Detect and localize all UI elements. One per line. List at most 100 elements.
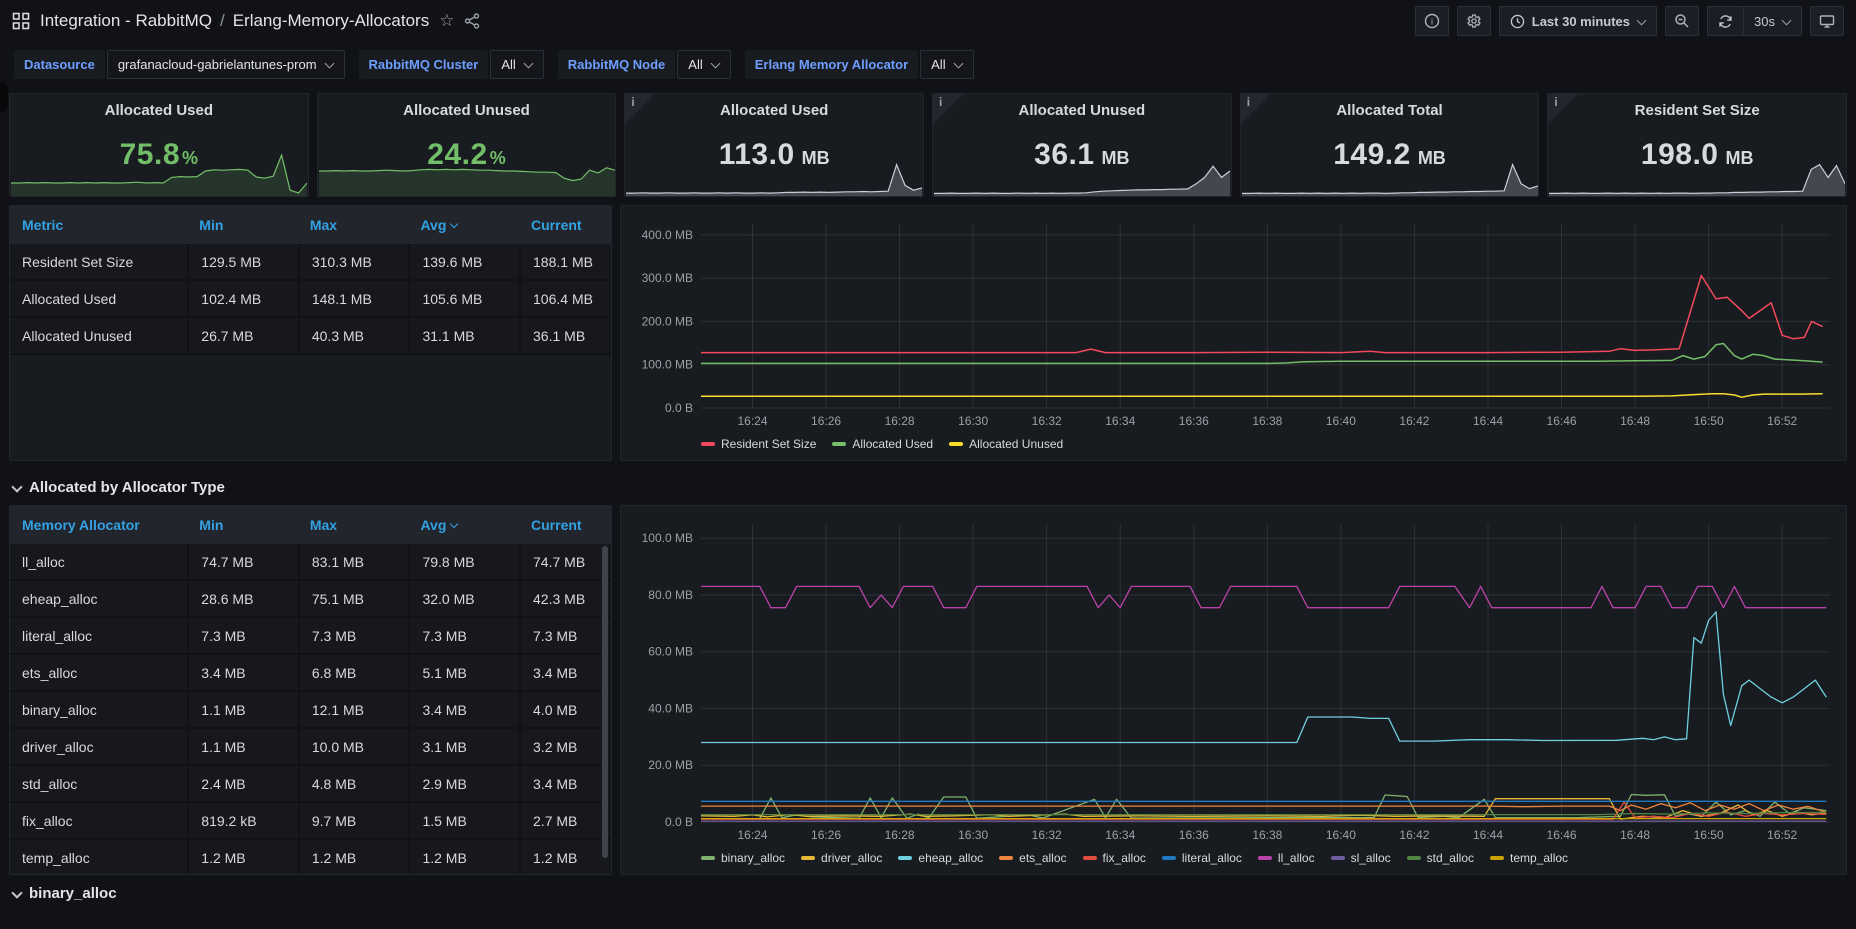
legend-item-literal_alloc[interactable]: literal_alloc (1162, 851, 1242, 865)
svg-text:16:26: 16:26 (811, 828, 841, 842)
table-row: driver_alloc1.1 MB10.0 MB3.1 MB3.2 MB (10, 729, 611, 766)
svg-text:16:28: 16:28 (885, 828, 915, 842)
table-cell: 40.3 MB (298, 318, 409, 353)
legend-item-allocated-used[interactable]: Allocated Used (832, 437, 933, 451)
chart-plot-area[interactable]: 0.0 B20.0 MB40.0 MB60.0 MB80.0 MB100.0 M… (625, 514, 1838, 846)
table-cell: literal_alloc (10, 628, 187, 644)
table-header-max[interactable]: Max (298, 217, 409, 233)
svg-text:100.0 MB: 100.0 MB (642, 358, 693, 372)
cluster-filter-dropdown[interactable]: All (490, 50, 543, 79)
table-cell: 1.2 MB (187, 840, 298, 875)
legend-label: ets_alloc (1019, 851, 1066, 865)
legend-item-ets_alloc[interactable]: ets_alloc (999, 851, 1066, 865)
table-header-memory-allocator[interactable]: Memory Allocator (10, 517, 187, 533)
datasource-filter-dropdown[interactable]: grafanacloud-gabrielantunes-prom (107, 50, 345, 79)
table-cell: 3.1 MB (408, 729, 519, 764)
table-cell: 28.6 MB (187, 581, 298, 616)
svg-text:16:32: 16:32 (1032, 828, 1062, 842)
table-cell: 105.6 MB (408, 281, 519, 316)
star-icon[interactable]: ☆ (439, 11, 454, 31)
panel-info-corner-icon[interactable]: i (1241, 94, 1271, 124)
legend-item-driver_alloc[interactable]: driver_alloc (801, 851, 882, 865)
series-line-allocated-used (701, 344, 1823, 364)
stat-title: Allocated Unused (403, 102, 530, 119)
svg-text:16:38: 16:38 (1252, 414, 1282, 428)
table-cell: 4.8 MB (298, 766, 409, 801)
stat-title: Allocated Used (105, 102, 213, 119)
svg-text:40.0 MB: 40.0 MB (648, 701, 693, 715)
legend-color-mark (949, 442, 963, 446)
legend-item-eheap_alloc[interactable]: eheap_alloc (898, 851, 983, 865)
tv-mode-button[interactable] (1810, 6, 1844, 36)
series-line-resident-set-size (701, 276, 1823, 353)
table-cell: 74.7 MB (187, 544, 298, 579)
legend-item-ll_alloc[interactable]: ll_alloc (1258, 851, 1315, 865)
breadcrumb-dashboard[interactable]: Erlang-Memory-Allocators (233, 11, 430, 31)
panel-info-button[interactable]: i (1415, 6, 1449, 36)
panel-info-corner-icon[interactable]: i (625, 94, 655, 124)
section-binary-alloc[interactable]: binary_alloc (9, 875, 1847, 911)
panel-info-corner-icon[interactable]: i (1548, 94, 1578, 124)
legend-item-allocated-unused[interactable]: Allocated Unused (949, 437, 1063, 451)
legend-item-fix_alloc[interactable]: fix_alloc (1083, 851, 1146, 865)
table-header-metric[interactable]: Metric (10, 217, 187, 233)
legend-label: Allocated Unused (969, 437, 1063, 451)
legend-item-temp_alloc[interactable]: temp_alloc (1490, 851, 1568, 865)
svg-text:80.0 MB: 80.0 MB (648, 588, 693, 602)
legend-item-std_alloc[interactable]: std_alloc (1407, 851, 1474, 865)
memory-timeseries-panel: 0.0 B100.0 MB200.0 MB300.0 MB400.0 MB16:… (620, 205, 1847, 461)
table-header-avg[interactable]: Avg (408, 517, 519, 533)
refresh-button[interactable] (1708, 7, 1743, 35)
table-header-current[interactable]: Current (519, 517, 611, 533)
data-table: MetricMinMaxAvgCurrent Resident Set Size1… (10, 206, 611, 460)
legend-item-resident-set-size[interactable]: Resident Set Size (701, 437, 816, 451)
table-scrollbar[interactable] (602, 546, 608, 858)
table-cell: 3.4 MB (408, 692, 519, 727)
table-header-min[interactable]: Min (187, 217, 298, 233)
panel-info-corner-icon[interactable]: i (933, 94, 963, 124)
refresh-interval-picker[interactable]: 30s (1743, 7, 1801, 35)
legend-item-binary_alloc[interactable]: binary_alloc (701, 851, 785, 865)
table-header-max[interactable]: Max (298, 517, 409, 533)
table-cell: 32.0 MB (408, 581, 519, 616)
table-header-avg[interactable]: Avg (408, 217, 519, 233)
settings-gear-icon[interactable] (1457, 6, 1491, 36)
dashboards-grid-icon[interactable] (12, 12, 30, 30)
chevron-down-icon (711, 60, 720, 69)
table-cell: eheap_alloc (10, 591, 187, 607)
breadcrumb-folder[interactable]: Integration - RabbitMQ (40, 11, 212, 31)
svg-text:16:28: 16:28 (885, 414, 915, 428)
table-row: Resident Set Size129.5 MB310.3 MB139.6 M… (10, 244, 611, 281)
table-header-min[interactable]: Min (187, 517, 298, 533)
chart-plot-area[interactable]: 0.0 B100.0 MB200.0 MB300.0 MB400.0 MB16:… (625, 214, 1838, 432)
table-cell: 1.2 MB (298, 840, 409, 875)
refresh-icon (1718, 14, 1733, 29)
table-cell: 102.4 MB (187, 281, 298, 316)
zoom-out-button[interactable] (1665, 6, 1699, 36)
dashboard-filters: Datasource grafanacloud-gabrielantunes-p… (0, 42, 1856, 91)
legend-item-sl_alloc[interactable]: sl_alloc (1331, 851, 1391, 865)
allocator-filter-dropdown[interactable]: All (920, 50, 973, 79)
stat-panel-allocated-total: iAllocated Total149.2 MB (1240, 93, 1540, 197)
svg-text:20.0 MB: 20.0 MB (648, 758, 693, 772)
allocators-table-panel: Memory AllocatorMinMaxAvgCurrentll_alloc… (9, 505, 612, 875)
sidebar-edge-notch[interactable] (0, 82, 8, 112)
table-cell: 7.3 MB (187, 618, 298, 653)
share-icon[interactable] (464, 13, 480, 29)
datasource-filter-label: Datasource (14, 50, 105, 79)
table-row: ets_alloc3.4 MB6.8 MB5.1 MB3.4 MB (10, 655, 611, 692)
node-filter-dropdown[interactable]: All (677, 50, 730, 79)
svg-text:16:34: 16:34 (1105, 828, 1135, 842)
stat-panel-allocated-used: iAllocated Used113.0 MB (624, 93, 924, 197)
svg-text:16:52: 16:52 (1767, 414, 1797, 428)
table-cell: std_alloc (10, 776, 187, 792)
time-range-picker[interactable]: Last 30 minutes (1500, 7, 1656, 35)
svg-text:60.0 MB: 60.0 MB (648, 645, 693, 659)
table-cell: 1.2 MB (519, 840, 611, 875)
svg-text:16:48: 16:48 (1620, 828, 1650, 842)
table-header-current[interactable]: Current (519, 217, 611, 233)
table-cell: driver_alloc (10, 739, 187, 755)
section-allocated-by-type[interactable]: Allocated by Allocator Type (9, 469, 1847, 505)
table-cell: 1.1 MB (187, 729, 298, 764)
svg-text:300.0 MB: 300.0 MB (642, 271, 693, 285)
